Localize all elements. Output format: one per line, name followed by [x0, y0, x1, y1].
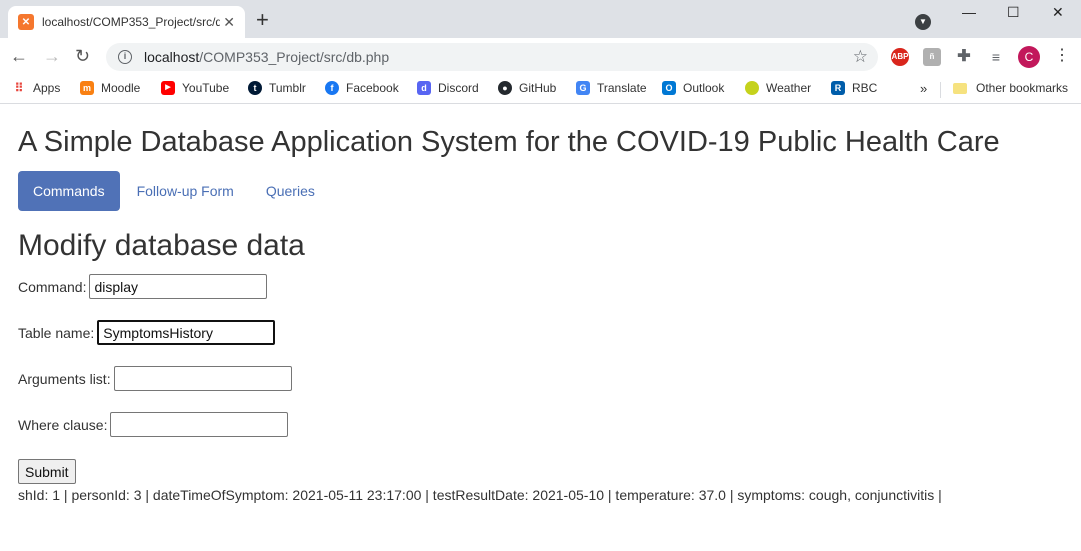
tab-queries[interactable]: Queries: [251, 171, 330, 211]
bookmark-label: Weather: [766, 81, 812, 95]
bookmark-rbc[interactable]: R RBC: [831, 81, 877, 95]
new-tab-icon[interactable]: +: [256, 9, 269, 31]
bookmark-label: Discord: [438, 81, 479, 95]
forward-arrow-icon[interactable]: →: [43, 46, 61, 66]
where-clause-row: Where clause:: [18, 412, 289, 437]
extension-app-icon[interactable]: ñ: [923, 48, 941, 66]
reload-icon[interactable]: ↻: [75, 46, 90, 66]
bookmark-translate[interactable]: G Translate: [576, 81, 647, 95]
page-title: A Simple Database Application System for…: [18, 126, 1000, 158]
section-title: Modify database data: [18, 229, 305, 262]
tab-title: localhost/COMP353_Project/src/db.php: [42, 15, 220, 29]
profile-avatar[interactable]: C: [1018, 46, 1040, 68]
bookmark-star-icon[interactable]: ☆: [853, 47, 868, 67]
bookmark-label: Facebook: [346, 81, 399, 95]
adblock-icon[interactable]: ABP: [891, 48, 909, 66]
extensions-puzzle-icon[interactable]: ✚: [955, 48, 973, 66]
bookmark-weather[interactable]: Weather: [745, 81, 811, 95]
bookmark-label: Outlook: [683, 81, 725, 95]
other-bookmarks-folder[interactable]: Other bookmarks: [953, 81, 1068, 95]
where-clause-label: Where clause:: [18, 416, 108, 433]
bookmark-moodle[interactable]: m Moodle: [80, 81, 140, 95]
github-icon: ●: [498, 81, 512, 95]
bookmarks-bar: ⠿ Apps m Moodle ▶ YouTube t Tumblr f Fac…: [0, 76, 1081, 104]
arguments-label: Arguments list:: [18, 370, 111, 387]
site-info-icon[interactable]: i: [118, 50, 132, 64]
bookmark-label: RBC: [852, 81, 878, 95]
more-bookmarks-chevron-icon[interactable]: »: [920, 81, 927, 96]
youtube-icon: ▶: [161, 81, 175, 95]
command-input[interactable]: [89, 274, 268, 299]
tab-follow-up-form[interactable]: Follow-up Form: [122, 171, 249, 211]
maximize-icon[interactable]: ☐: [1007, 4, 1020, 21]
rbc-icon: R: [831, 81, 845, 95]
moodle-icon: m: [80, 81, 94, 95]
other-bookmarks-label: Other bookmarks: [976, 81, 1069, 95]
tumblr-icon: t: [248, 81, 262, 95]
table-name-row: Table name:: [18, 320, 276, 345]
bookmark-tumblr[interactable]: t Tumblr: [248, 81, 306, 95]
command-label: Command:: [18, 278, 87, 295]
table-name-input[interactable]: [97, 320, 276, 345]
command-row: Command:: [18, 274, 268, 299]
where-clause-input[interactable]: [110, 412, 289, 437]
browser-tab[interactable]: ✕ localhost/COMP353_Project/src/db.php ✕: [8, 6, 245, 38]
bookmark-label: YouTube: [182, 81, 230, 95]
submit-button[interactable]: Submit: [18, 459, 76, 484]
tab-search-icon[interactable]: ▼: [915, 14, 931, 30]
address-bar[interactable]: i localhost/COMP353_Project/src/db.php ☆: [106, 43, 878, 71]
arguments-row: Arguments list:: [18, 366, 292, 391]
browser-tabstrip: ✕ localhost/COMP353_Project/src/db.php ✕…: [0, 0, 1081, 38]
window-close-icon[interactable]: ✕: [1052, 4, 1064, 21]
browser-toolbar: ← → ↻ i localhost/COMP353_Project/src/db…: [0, 38, 1081, 76]
outlook-icon: O: [662, 81, 676, 95]
weather-icon: [745, 81, 759, 95]
arguments-input[interactable]: [113, 366, 292, 391]
query-result: shId: 1 | personId: 3 | dateTimeOfSympto…: [18, 487, 942, 503]
translate-icon: G: [576, 81, 590, 95]
bookmark-discord[interactable]: d Discord: [417, 81, 479, 95]
folder-icon: [953, 82, 967, 94]
url-host: localhost: [144, 49, 200, 65]
bookmark-label: Apps: [33, 81, 61, 95]
bookmark-github[interactable]: ● GitHub: [498, 81, 556, 95]
back-arrow-icon[interactable]: ←: [10, 46, 28, 66]
bookmark-label: Moodle: [101, 81, 141, 95]
facebook-icon: f: [325, 81, 339, 95]
browser-menu-icon[interactable]: ⋮: [1054, 46, 1070, 66]
tab-close-icon[interactable]: ✕: [223, 14, 235, 31]
apps-grid-icon: ⠿: [14, 81, 24, 95]
bookmark-label: GitHub: [519, 81, 557, 95]
url-path: /COMP353_Project/src/db.php: [199, 49, 390, 65]
bookmark-label: Translate: [597, 81, 647, 95]
media-control-icon[interactable]: ≡: [987, 48, 1005, 66]
bookmark-youtube[interactable]: ▶ YouTube: [161, 81, 229, 95]
nav-tabs: Commands Follow-up Form Queries: [18, 171, 332, 211]
minimize-icon[interactable]: —: [962, 4, 976, 20]
bookmarks-divider: [940, 82, 941, 98]
bookmark-label: Tumblr: [269, 81, 306, 95]
bookmark-apps[interactable]: ⠿ Apps: [12, 81, 61, 95]
bookmark-facebook[interactable]: f Facebook: [325, 81, 399, 95]
discord-icon: d: [417, 81, 431, 95]
tab-commands[interactable]: Commands: [18, 171, 120, 211]
xampp-favicon-icon: ✕: [18, 14, 34, 30]
bookmark-outlook[interactable]: O Outlook: [662, 81, 724, 95]
table-name-label: Table name:: [18, 324, 95, 341]
